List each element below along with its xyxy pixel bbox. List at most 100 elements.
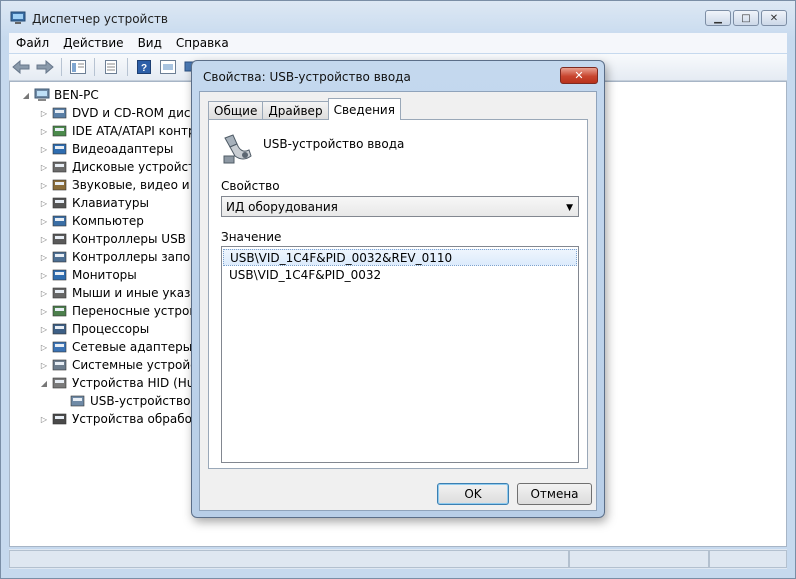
usb-input-device-icon <box>70 395 85 407</box>
tree-root[interactable]: ◢ BEN-PC <box>22 86 99 104</box>
svg-text:?: ? <box>141 63 147 74</box>
tree-item[interactable]: ▷ Видеоадаптеры <box>40 140 173 158</box>
tree-item[interactable]: ▷ DVD и CD-ROM диско <box>40 104 205 122</box>
tree-item[interactable]: ▷ Устройства обработк <box>40 410 206 428</box>
expand-arrow-icon[interactable]: ▷ <box>40 307 48 316</box>
window-title: Диспетчер устройств <box>32 12 169 26</box>
back-arrow-icon[interactable] <box>11 58 31 76</box>
tree-item-label: Переносные устройст <box>72 304 211 318</box>
tree-item[interactable]: ◢ Устройства HID (Hum <box>40 374 206 392</box>
dropdown-arrow-icon[interactable]: ▼ <box>566 203 573 213</box>
expand-arrow-icon[interactable]: ▷ <box>40 217 48 226</box>
title-bar[interactable]: Диспетчер устройств ▁ □ ✕ <box>1 1 795 35</box>
tree-item[interactable]: ▷ Процессоры <box>40 320 149 338</box>
tree-item-label: IDE ATA/ATAPI контро <box>72 124 203 138</box>
tree-item-label: Мониторы <box>72 268 137 282</box>
sound-icon <box>52 179 67 191</box>
tree-item[interactable]: ▷ Клавиатуры <box>40 194 149 212</box>
tree-item-label: Устройства HID (Hum <box>72 376 207 390</box>
expand-arrow-icon[interactable]: ▷ <box>40 289 48 298</box>
menu-bar: Файл Действие Вид Справка <box>9 33 787 53</box>
dvd-icon <box>52 107 67 119</box>
device-name: USB-устройство ввода <box>263 137 405 151</box>
expand-arrow-icon[interactable]: ▷ <box>40 415 48 424</box>
tab-driver[interactable]: Драйвер <box>262 101 329 120</box>
computer-name: BEN-PC <box>54 88 99 102</box>
expand-arrow-icon[interactable]: ▷ <box>40 199 48 208</box>
tree-item[interactable]: ▷ Компьютер <box>40 212 144 230</box>
expand-arrow-icon[interactable]: ▷ <box>40 109 48 118</box>
details-panel: USB-устройство ввода Свойство ИД оборудо… <box>208 119 588 469</box>
system-device-icon <box>52 359 67 371</box>
tree-item[interactable]: ▷ Мыши и иные указыв <box>40 284 207 302</box>
tree-item[interactable]: ▷ Контроллеры запоми <box>40 248 207 266</box>
value-row[interactable]: USB\VID_1C4F&PID_0032 <box>223 266 577 283</box>
usb-controller-icon <box>52 233 67 245</box>
menu-file[interactable]: Файл <box>9 36 56 50</box>
toolbar-separator <box>94 58 95 76</box>
tree-item[interactable]: ▷ IDE ATA/ATAPI контро <box>40 122 203 140</box>
expand-arrow-icon[interactable]: ▷ <box>40 271 48 280</box>
menu-action[interactable]: Действие <box>56 36 130 50</box>
cancel-button[interactable]: Отмена <box>517 483 592 505</box>
menu-help[interactable]: Справка <box>169 36 236 50</box>
computer-icon <box>34 88 50 101</box>
expand-arrow-icon[interactable]: ▷ <box>40 163 48 172</box>
minimize-button[interactable]: ▁ <box>705 10 731 26</box>
tree-item-label: Сетевые адаптеры <box>72 340 193 354</box>
tree-item[interactable]: ▷ Звуковые, видео и игр <box>40 176 215 194</box>
tree-item-label: Видеоадаптеры <box>72 142 174 156</box>
expand-arrow-icon[interactable]: ▷ <box>40 343 48 352</box>
tree-item[interactable]: ▷ Переносные устройст <box>40 302 211 320</box>
tree-item-label: Мыши и иные указыв <box>72 286 207 300</box>
expand-arrow-icon[interactable]: ▷ <box>40 181 48 190</box>
property-label: Свойство <box>221 179 280 193</box>
expand-arrow-icon[interactable]: ▷ <box>40 325 48 334</box>
tree-item[interactable]: ▷ Мониторы <box>40 266 137 284</box>
device-view-icon[interactable] <box>158 58 178 76</box>
show-hide-tree-icon[interactable] <box>68 58 88 76</box>
maximize-button[interactable]: □ <box>733 10 759 26</box>
expand-arrow-icon[interactable]: ▷ <box>40 145 48 154</box>
tree-item[interactable]: USB-устройство вв <box>58 392 208 410</box>
portable-device-icon <box>52 305 67 317</box>
tab-details[interactable]: Сведения <box>327 98 401 120</box>
property-select-value: ИД оборудования <box>226 199 338 214</box>
network-adapter-icon <box>52 341 67 353</box>
tree-item-label: Системные устройств <box>72 358 211 372</box>
tree-item-label: Дисковые устройства <box>72 160 210 174</box>
value-row-selected[interactable]: USB\VID_1C4F&PID_0032&REV_0110 <box>223 249 577 266</box>
display-adapter-icon <box>52 143 67 155</box>
storage-controller-icon <box>52 251 67 263</box>
expand-arrow-icon[interactable]: ▷ <box>40 235 48 244</box>
collapse-arrow-icon[interactable]: ◢ <box>40 379 48 388</box>
value-list[interactable]: USB\VID_1C4F&PID_0032&REV_0110 USB\VID_1… <box>221 246 579 463</box>
forward-arrow-icon[interactable] <box>35 58 55 76</box>
tree-item[interactable]: ▷ Сетевые адаптеры <box>40 338 192 356</box>
ok-button[interactable]: OK <box>437 483 509 505</box>
hid-icon <box>52 377 67 389</box>
tab-strip: Общие Драйвер Сведения <box>208 98 401 120</box>
device-manager-icon <box>10 11 26 24</box>
help-icon[interactable]: ? <box>134 58 154 76</box>
imaging-device-icon <box>52 413 67 425</box>
expand-arrow-icon[interactable]: ▷ <box>40 361 48 370</box>
properties-icon[interactable] <box>101 58 121 76</box>
keyboard-icon <box>52 197 67 209</box>
expand-arrow-icon[interactable]: ▷ <box>40 127 48 136</box>
collapse-arrow-icon[interactable]: ◢ <box>22 91 30 100</box>
expand-arrow-icon[interactable]: ▷ <box>40 253 48 262</box>
dialog-close-button[interactable]: ✕ <box>560 67 598 84</box>
tree-item-label: Клавиатуры <box>72 196 149 210</box>
tree-item[interactable]: ▷ Дисковые устройства <box>40 158 210 176</box>
tree-item[interactable]: ▷ Контроллеры USB <box>40 230 186 248</box>
value-label: Значение <box>221 230 282 244</box>
tab-general[interactable]: Общие <box>208 101 264 120</box>
mouse-icon <box>52 287 67 299</box>
tree-item[interactable]: ▷ Системные устройств <box>40 356 211 374</box>
tree-item-label: Процессоры <box>72 322 150 336</box>
close-window-button[interactable]: ✕ <box>761 10 787 26</box>
property-select[interactable]: ИД оборудования ▼ <box>221 196 579 217</box>
menu-view[interactable]: Вид <box>131 36 169 50</box>
tree-item-label: Компьютер <box>72 214 144 228</box>
